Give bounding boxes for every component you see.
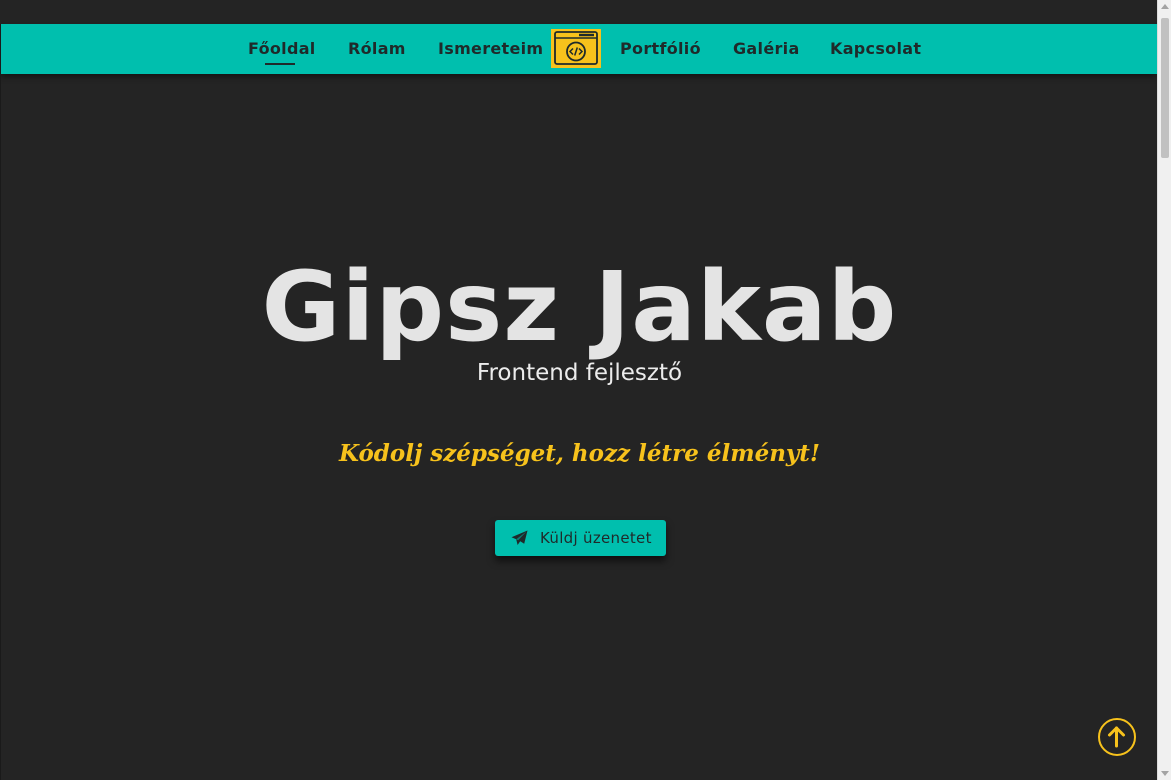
scroll-down-arrow-icon[interactable] bbox=[1158, 766, 1171, 780]
back-to-top-button[interactable] bbox=[1098, 718, 1136, 756]
paper-plane-icon bbox=[511, 530, 528, 545]
hero-slogan: Kódolj szépséget, hozz létre élményt! bbox=[338, 440, 821, 467]
nav-item-kapcsolat[interactable]: Kapcsolat bbox=[830, 24, 921, 74]
hero-name: Gipsz Jakab bbox=[261, 251, 898, 363]
scroll-up-arrow-icon[interactable] bbox=[1158, 0, 1171, 14]
hero-section: Gipsz Jakab Frontend fejlesztő Kódolj sz… bbox=[0, 74, 1157, 780]
code-window-icon bbox=[554, 31, 598, 65]
send-message-label: Küldj üzenetet bbox=[540, 529, 652, 547]
nav-item-galeria[interactable]: Galéria bbox=[733, 24, 800, 74]
arrow-up-circle-icon bbox=[1108, 726, 1125, 748]
nav-item-ismereteim[interactable]: Ismereteim bbox=[438, 24, 543, 74]
nav-logo-button[interactable] bbox=[551, 29, 601, 68]
send-message-button[interactable]: Küldj üzenetet bbox=[495, 520, 666, 556]
nav-item-fooldal[interactable]: Főoldal bbox=[248, 24, 316, 74]
top-navbar: Főoldal Rólam Ismereteim Portfólió Galér… bbox=[0, 24, 1157, 74]
page-top-strip bbox=[0, 0, 1157, 24]
scrollbar-thumb[interactable] bbox=[1161, 18, 1169, 158]
vertical-scrollbar[interactable] bbox=[1157, 0, 1171, 780]
nav-item-rolam[interactable]: Rólam bbox=[348, 24, 406, 74]
hero-role: Frontend fejlesztő bbox=[476, 360, 683, 386]
nav-item-portfolio[interactable]: Portfólió bbox=[620, 24, 701, 74]
